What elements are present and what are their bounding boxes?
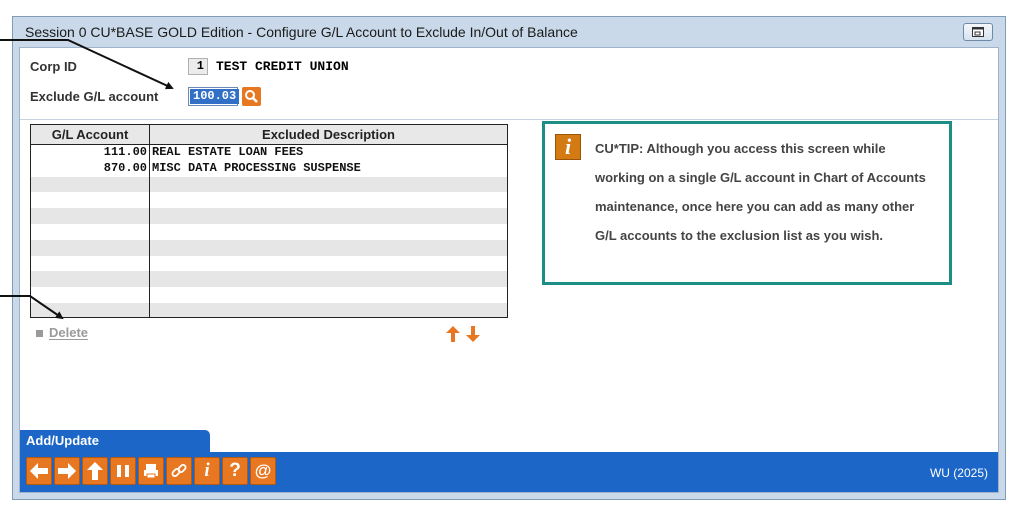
column-header-description: Excluded Description [262,127,395,142]
delete-label: Delete [49,325,89,340]
empty-row [31,224,507,240]
print-button[interactable] [138,457,164,485]
tab-add-update[interactable]: Add/Update [20,430,210,452]
bullet-icon [36,330,43,338]
tip-text: CU*TIP: Although you access this screen … [595,141,926,243]
empty-row [31,256,507,272]
forward-button[interactable] [54,457,80,485]
window-title: Session 0 CU*BASE GOLD Edition - Configu… [25,24,578,40]
column-divider [149,125,150,317]
exclude-account-input[interactable]: 100.03 [188,87,240,106]
chain-link-icon [171,464,187,477]
screen-body: Corp ID 1 TEST CREDIT UNION Exclude G/L … [19,47,999,493]
empty-row [31,192,507,208]
corp-id-label: Corp ID [30,59,77,74]
help-button[interactable]: ? [222,457,248,485]
info-icon: i [555,134,581,160]
arrow-left-icon [30,463,48,479]
exclude-account-label: Exclude G/L account [30,89,159,104]
pause-button[interactable] [110,457,136,485]
restore-icon [972,27,984,37]
cell-description: REAL ESTATE LOAN FEES [152,145,304,159]
email-button[interactable]: @ [250,457,276,485]
exclude-account-value: 100.03 [190,89,240,104]
workstation-label: WU (2025) [929,466,988,480]
bottom-toolbar: i ? @ WU (2025) [20,452,998,492]
empty-row [31,303,507,317]
magnifier-icon [245,90,258,103]
arrow-down-icon [466,326,480,342]
corp-name: TEST CREDIT UNION [216,59,349,74]
arrow-up-icon [446,326,460,342]
grid-header: G/L Account Excluded Description [31,125,507,145]
arrow-up-icon [87,462,103,480]
question-icon: ? [229,460,241,481]
delete-action[interactable]: Delete [36,325,88,340]
empty-row [31,239,507,256]
excluded-accounts-grid[interactable]: G/L Account Excluded Description 111.00 … [30,124,508,318]
empty-row [31,208,507,224]
table-row[interactable]: 111.00 REAL ESTATE LOAN FEES [31,145,507,161]
pause-icon [117,465,129,477]
corp-id-value: 1 [188,58,208,75]
cell-description: MISC DATA PROCESSING SUSPENSE [152,160,361,175]
page-up-button[interactable] [446,326,460,342]
up-button[interactable] [82,457,108,485]
empty-row [31,271,507,288]
account-lookup-button[interactable] [242,87,261,106]
cu-tip-box: i CU*TIP: Although you access this scree… [542,121,952,285]
header-divider [20,119,998,120]
link-button[interactable] [166,457,192,485]
title-bar: Session 0 CU*BASE GOLD Edition - Configu… [13,17,1005,47]
column-header-gl-account: G/L Account [51,127,129,142]
back-button[interactable] [26,457,52,485]
printer-icon [144,464,158,479]
empty-row [31,176,507,193]
table-row[interactable]: 870.00 MISC DATA PROCESSING SUSPENSE [31,161,507,177]
restore-window-button[interactable] [963,23,993,41]
cell-account: 111.00 [103,145,147,159]
info-button[interactable]: i [194,457,220,485]
at-sign-icon: @ [254,461,272,480]
info-icon: i [204,460,210,481]
arrow-right-icon [58,463,76,479]
app-window: Session 0 CU*BASE GOLD Edition - Configu… [12,16,1006,500]
empty-row [31,287,507,303]
page-down-button[interactable] [466,326,480,342]
cell-account: 870.00 [103,160,147,175]
